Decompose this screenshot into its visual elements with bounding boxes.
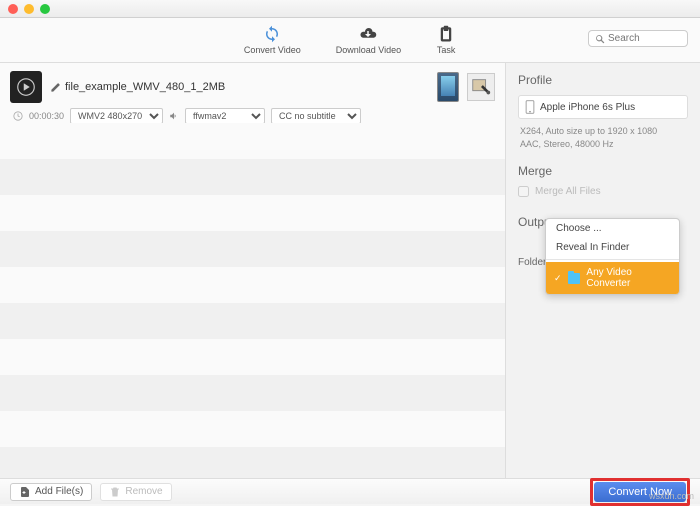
device-preview-icon[interactable] bbox=[437, 72, 459, 102]
video-thumbnail[interactable] bbox=[10, 71, 42, 103]
audio-select[interactable]: ffwmav2 bbox=[185, 108, 265, 124]
profile-info: X264, Auto size up to 1920 x 1080 AAC, S… bbox=[520, 125, 688, 150]
close-icon[interactable] bbox=[8, 4, 18, 14]
search-box[interactable] bbox=[588, 30, 688, 47]
merge-all-checkbox[interactable]: Merge All Files bbox=[518, 186, 688, 197]
zoom-icon[interactable] bbox=[40, 4, 50, 14]
cloud-download-icon bbox=[358, 25, 378, 43]
search-icon bbox=[595, 34, 605, 44]
task-button[interactable]: Task bbox=[436, 25, 456, 55]
trash-icon bbox=[109, 486, 121, 498]
window-controls bbox=[8, 4, 50, 14]
pencil-icon[interactable] bbox=[50, 82, 61, 93]
watermark: wsxdn.com bbox=[649, 491, 694, 501]
duration-label: 00:00:30 bbox=[29, 111, 64, 121]
play-icon bbox=[17, 78, 35, 96]
profile-selector[interactable]: Apple iPhone 6s Plus bbox=[518, 95, 688, 119]
phone-icon bbox=[525, 100, 535, 114]
clock-icon bbox=[13, 111, 23, 121]
output-context-menu: Choose ... Reveal In Finder ✓ Any Video … bbox=[545, 218, 680, 295]
menu-selected-folder[interactable]: ✓ Any Video Converter bbox=[546, 262, 679, 294]
profile-device-label: Apple iPhone 6s Plus bbox=[540, 102, 635, 113]
merge-title: Merge bbox=[518, 164, 688, 178]
empty-list-area bbox=[0, 123, 505, 486]
titlebar bbox=[0, 0, 700, 18]
file-name-label: file_example_WMV_480_1_2MB bbox=[65, 81, 225, 93]
menu-separator bbox=[546, 259, 679, 260]
subtitle-select[interactable]: CC no subtitle bbox=[271, 108, 361, 124]
film-edit-icon bbox=[470, 76, 492, 98]
add-files-button[interactable]: Add File(s) bbox=[10, 483, 92, 501]
remove-button: Remove bbox=[100, 483, 171, 501]
file-list-panel: file_example_WMV_480_1_2MB 00:00:30 WMV2… bbox=[0, 63, 505, 486]
add-file-icon bbox=[19, 486, 31, 498]
toolbar: Convert Video Download Video Task bbox=[0, 18, 700, 63]
volume-icon bbox=[169, 111, 179, 121]
search-input[interactable] bbox=[608, 33, 678, 44]
checkmark-icon: ✓ bbox=[554, 273, 562, 284]
menu-choose[interactable]: Choose ... bbox=[546, 219, 679, 238]
menu-reveal-finder[interactable]: Reveal In Finder bbox=[546, 238, 679, 257]
profile-title: Profile bbox=[518, 73, 688, 87]
edit-video-button[interactable] bbox=[467, 73, 495, 101]
download-video-button[interactable]: Download Video bbox=[336, 25, 401, 55]
format-select[interactable]: WMV2 480x270 bbox=[70, 108, 163, 124]
convert-video-button[interactable]: Convert Video bbox=[244, 25, 301, 55]
bottom-bar: Add File(s) Remove Convert Now bbox=[0, 478, 700, 504]
minimize-icon[interactable] bbox=[24, 4, 34, 14]
refresh-icon bbox=[262, 25, 282, 43]
folder-icon bbox=[568, 273, 581, 284]
clipboard-icon bbox=[436, 25, 456, 43]
